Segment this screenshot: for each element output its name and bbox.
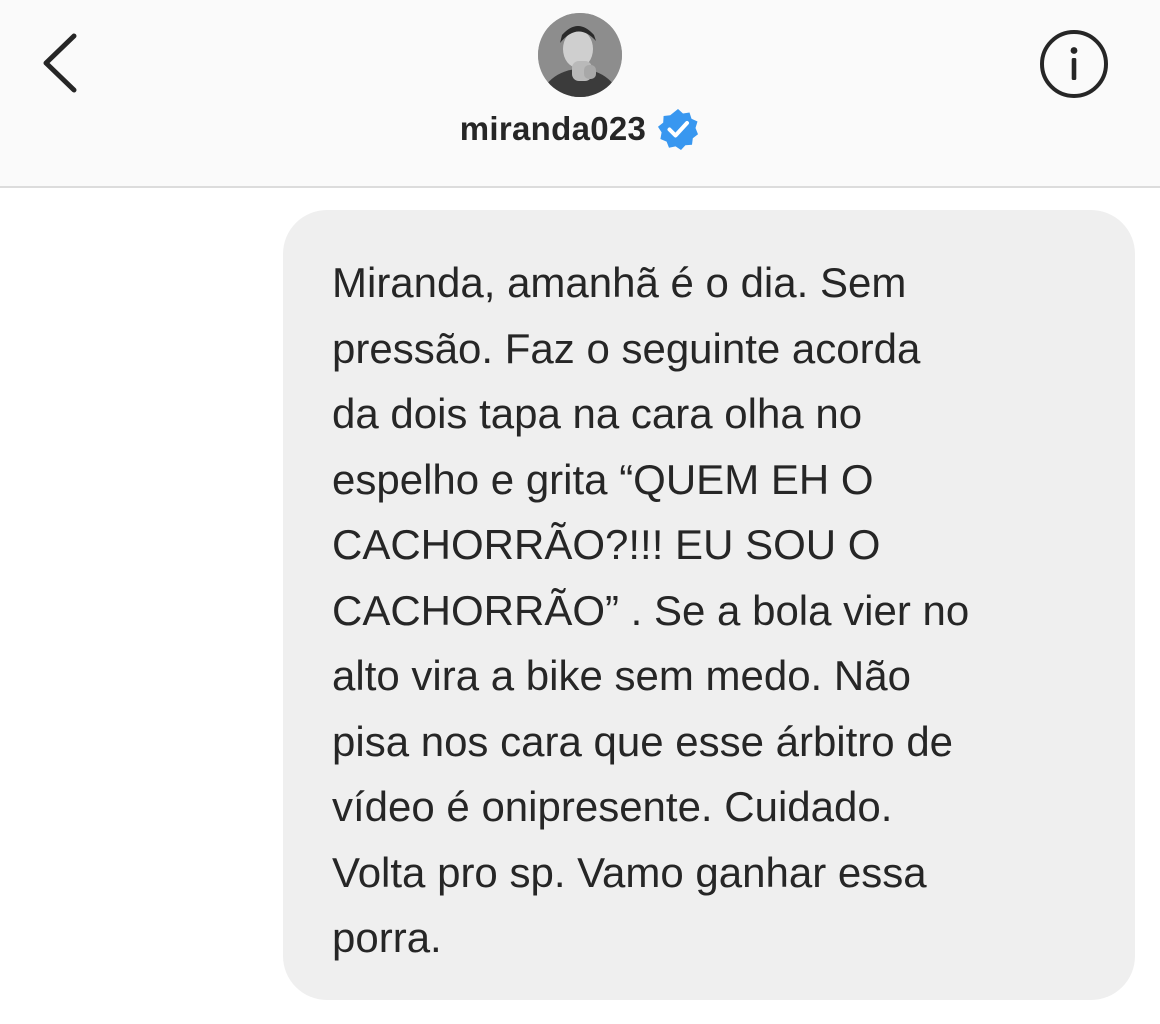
chevron-left-icon xyxy=(43,33,77,93)
avatar[interactable] xyxy=(538,13,622,97)
message-text: Miranda, amanhã é o dia. Sem pressão. Fa… xyxy=(332,259,970,961)
username-row: miranda023 xyxy=(0,104,1160,154)
message-bubble[interactable]: Miranda, amanhã é o dia. Sem pressão. Fa… xyxy=(283,210,1135,1000)
verified-badge-icon xyxy=(656,107,700,151)
profile-photo xyxy=(538,13,622,97)
info-circle-icon xyxy=(1040,30,1108,98)
conversation-header: miranda023 xyxy=(0,0,1160,188)
direct-message-screen: miranda023 Miranda, amanhã é o dia. Sem … xyxy=(0,0,1160,1024)
back-button[interactable] xyxy=(30,28,94,98)
info-button[interactable] xyxy=(1038,28,1110,100)
username[interactable]: miranda023 xyxy=(460,110,646,148)
